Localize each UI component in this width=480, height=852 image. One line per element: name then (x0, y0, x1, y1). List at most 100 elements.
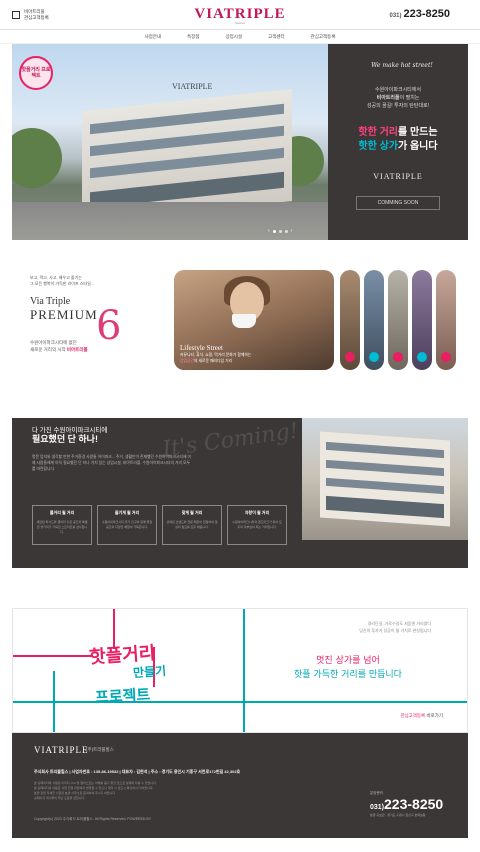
headline2-rest: 가 옵니다 (398, 141, 438, 152)
hero-headline: 핫한 거리를 만드는 핫한 상가가 옵니다 (328, 126, 468, 154)
card-sub1: 커뮤니티, 휴식, 쇼핑, 먹거리 문화가 함께하는 (180, 353, 252, 357)
register-link[interactable]: 관심고객등록 바로가기 (400, 713, 443, 719)
footer-info: 주식회사 트리플힐스 | 사업자번호 : 135-86-19532 | 대표자 … (34, 769, 241, 774)
hero-section: VIATRIPLE 핫플거리 프로젝트 ‹ › We make hot stre… (12, 44, 468, 240)
box-body: 세련된 파사드와 갤러리 같은 공간과 특별한 볼거리가 가득한 스트리트를 선… (36, 520, 88, 534)
footer-phone-prefix: 031) (370, 804, 385, 811)
header-phone: 031) 223-8250 (389, 8, 450, 20)
premium-desc2-rest: 새로운 거리의 시작 (30, 347, 66, 352)
slider-dot[interactable] (272, 229, 276, 233)
coming-paragraph: 명문 입지와 생각할 만한 주거환경 사람들 아이파크... 주거, 생활만이 … (32, 455, 192, 471)
prev-arrow-icon[interactable]: ‹ (268, 228, 270, 234)
hero-intro: 수원아이파크시티에서 비아트리플이 펼치는 성공의 꿈길! 투자의 탄탄대로! (328, 86, 468, 110)
footer-phone: 분양문의 031)223-8250 분양 홍보관 : 경기도 수원시 권선구 호… (370, 791, 446, 817)
box-title: 볼거리 될 거리 (49, 510, 75, 515)
feature-box: 자랑이 될 거리 수원아이파크시티의 랜드마크가 되어 모두의 자부심이 되는 … (227, 505, 287, 545)
feature-icon (345, 352, 355, 362)
hero-line2-rest: 이 펼치는 (399, 95, 420, 101)
hero-line2-strong: 비아트리플 (376, 95, 400, 101)
premium-via: Via Triple (30, 296, 71, 307)
feature-box: 즐기게 될 거리 수원아이파크시티 주거 인구와 함께 즐길 공간과 다양한 체… (97, 505, 157, 545)
footer-company: (주)트리플힐스 (86, 747, 114, 752)
premium-six: 6 (96, 303, 122, 349)
feature-icon (417, 352, 427, 362)
project-title2: 만들기 (132, 663, 167, 681)
slider-dot[interactable] (284, 229, 288, 233)
hero-panel: We make hot street! 수원아이파크시티에서 비아트리플이 펼치… (328, 44, 468, 240)
phone-number: 223-8250 (403, 8, 451, 20)
headline2-cyan: 핫한 상가 (358, 141, 398, 152)
feature-strip-4[interactable] (412, 270, 432, 370)
feature-box: 볼거리 될 거리 세련된 파사드와 갤러리 같은 공간과 특별한 볼거리가 가득… (32, 505, 92, 545)
project-small2: 당신의 투자가 성공이 될 가치로 완성됩니다 (359, 627, 431, 633)
feature-icon (441, 352, 451, 362)
phone-prefix: 031) (389, 13, 402, 19)
road (12, 202, 328, 240)
feature-box: 찾게 될 거리 선택된 브랜드와 전문 매장이 입점하여 일상의 필요를 모두 … (162, 505, 222, 545)
nav-item-register[interactable]: 관심고객등록 (311, 34, 336, 40)
slider-dot[interactable] (278, 229, 282, 233)
project-headline1: 멋진 상가를 넘어 (316, 656, 380, 666)
footer-disc4: 홈페이지 게시물의 무단 도용을 금합니다. (34, 796, 86, 800)
nav-item-support[interactable]: 고객센터 (268, 34, 285, 40)
box-body: 수원아이파크시티 주거 인구와 함께 즐길 공간과 다양한 체험이 가득합니다. (101, 520, 153, 529)
feature-icon (393, 352, 403, 362)
nav-item-business[interactable]: 사업안내 (145, 34, 162, 40)
coffee-cup (232, 314, 256, 328)
hero-line1: 수원아이파크시티에서 (374, 87, 421, 93)
feature-strip-3[interactable] (388, 270, 408, 370)
project-title3: 프로젝트 (94, 686, 151, 707)
coming-title: 필요했던 단 하나! (32, 432, 98, 445)
slider-controls: ‹ › (268, 228, 292, 234)
box-body: 수원아이파크시티의 랜드마크가 되어 모두의 자부심이 되는 거리입니다. (232, 520, 282, 529)
feature-strip-1[interactable] (340, 270, 360, 370)
card-sub2-rest: 의 새로운 패러다임 거리 (193, 359, 233, 363)
coming-soon-button[interactable]: COMMING SOON (356, 196, 440, 210)
hero-line3: 성공의 꿈길! 투자의 탄탄대로! (366, 103, 430, 109)
next-arrow-icon[interactable]: › (291, 228, 293, 234)
headline1-rest: 를 만드는 (398, 127, 438, 138)
nav-item-features[interactable]: 특장점 (187, 34, 199, 40)
box-title: 자랑이 될 거리 (244, 510, 270, 515)
card-sub2-pink: 상업공간 (180, 359, 194, 363)
footer-copyright: Copyright(c) 2023 주식회사 트리플힐스. All Rights… (34, 817, 152, 821)
site-footer: VIATRIPLE (주)트리플힐스 주식회사 트리플힐스 | 사업자번호 : … (12, 733, 468, 838)
footer-disclaimer: 본 홈페이지에 사용된 이미지, CG 및 일러스트는 이해를 돕기 위한 것으… (34, 781, 294, 801)
logo-text[interactable]: VIATRIPLE (194, 6, 285, 22)
card-title: Lifestyle Street (180, 344, 223, 352)
hero-script: We make hot street! (371, 62, 433, 69)
hero-line2: 비아트리플이 펼치는 (328, 94, 468, 102)
project-small: 경리단길, 가로수길도 처음엔 거리였다 당신의 투자가 성공이 될 가치로 완… (311, 621, 431, 634)
hero-brand: VIATRIPLE (373, 172, 423, 181)
premium-title: PREMIUM (30, 307, 98, 322)
premium-desc1: 수원아이파크시티에 없던 (30, 340, 77, 345)
nav-item-commercial[interactable]: 상업시설 (226, 34, 243, 40)
building-shape (320, 431, 450, 527)
box-title: 즐기게 될 거리 (114, 510, 140, 515)
hero-building-image: VIATRIPLE 핫플거리 프로젝트 ‹ › (12, 44, 328, 240)
coming-building-image (302, 418, 468, 540)
coming-section: 다 가진 수원아이파크시티에 필요했던 단 하나! It's Coming! 명… (12, 418, 468, 568)
feature-strip-5[interactable] (436, 270, 456, 370)
footer-logo: VIATRIPLE (34, 745, 89, 755)
box-body: 선택된 브랜드와 전문 매장이 입점하여 일상의 필요를 모두 채웁니다. (166, 520, 218, 529)
register-link-rest[interactable]: 바로가기 (425, 713, 443, 718)
hotplace-badge: 핫플거리 프로젝트 (19, 56, 53, 90)
project-section: 핫플거리 만들기 프로젝트 경리단길, 가로수길도 처음엔 거리였다 당신의 투… (12, 608, 468, 733)
register-link-pink[interactable]: 관심고객등록 (400, 713, 425, 718)
headline1-pink: 핫한 거리 (358, 127, 398, 138)
coming-title-text: 필요했던 단 하나! (32, 434, 98, 444)
lifestyle-card[interactable]: Lifestyle Street 커뮤니티, 휴식, 쇼핑, 먹거리 문화가 함… (174, 270, 334, 370)
project-headline2: 핫플 가득한 거리를 만듭니다 (294, 670, 402, 680)
feature-icon (369, 352, 379, 362)
premium-small2: 그 모든 행복이 가득한 라이프 스타일... (30, 281, 95, 286)
box-title: 찾게 될 거리 (181, 510, 203, 515)
card-caption: Lifestyle Street 커뮤니티, 휴식, 쇼핑, 먹거리 문화가 함… (180, 344, 251, 364)
premium-desc: 수원아이파크시티에 없던 새로운 거리의 시작 비아트리플 (30, 339, 150, 353)
coming-boxes: 볼거리 될 거리 세련된 파사드와 갤러리 같은 공간과 특별한 볼거리가 가득… (32, 505, 287, 545)
badge-text: 핫플거리 프로젝트 (21, 67, 51, 79)
main-nav: 사업안내 특장점 상업시설 고객센터 관심고객등록 (0, 30, 480, 44)
premium-section: 보고, 먹고, 사고, 배우고 즐기는 그 모든 행복이 가득한 라이프 스타일… (30, 270, 460, 382)
feature-strip-2[interactable] (364, 270, 384, 370)
premium-desc2-pink: 비아트리플 (66, 347, 88, 352)
